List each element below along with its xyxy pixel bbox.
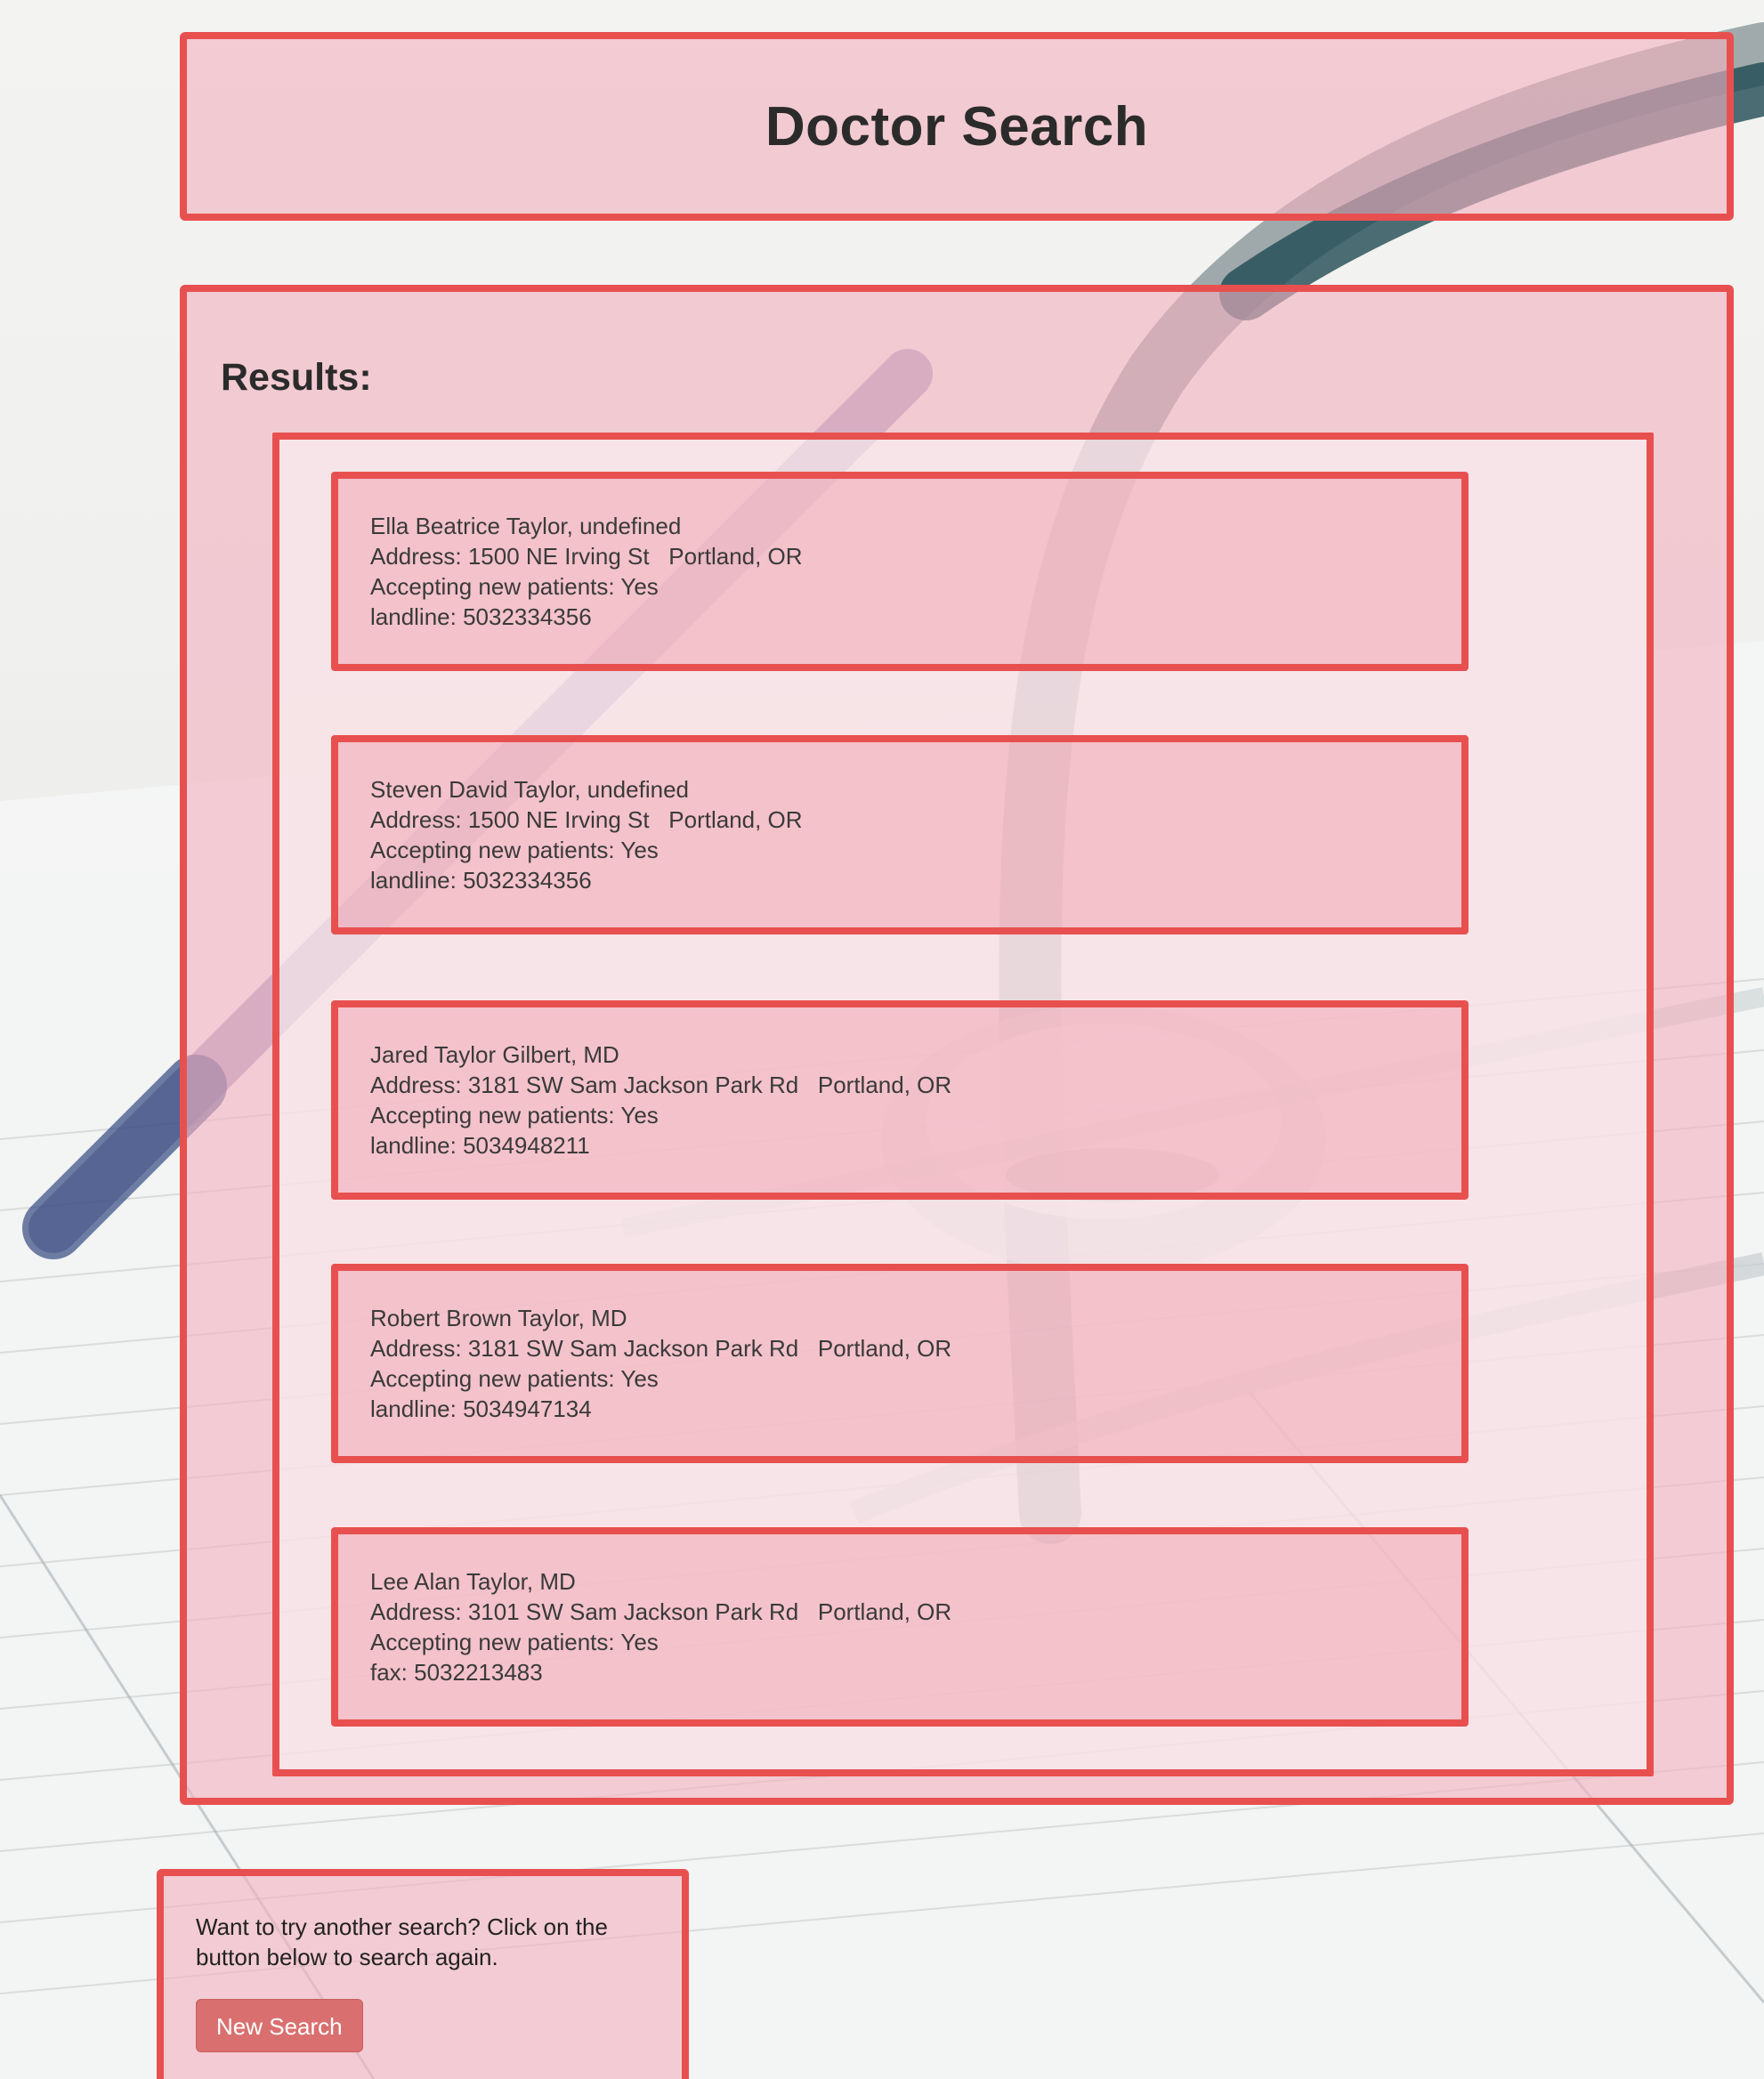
doctor-card: Robert Brown Taylor, MD Address: 3181 SW… [331, 1264, 1469, 1463]
doctor-address: Address: 1500 NE Irving St Portland, OR [370, 543, 803, 570]
doctor-accepting: Accepting new patients: Yes [370, 1629, 659, 1655]
doctor-phone: landline: 5034948211 [370, 1132, 590, 1159]
doctor-phone: fax: 5032213483 [370, 1659, 543, 1686]
doctor-card: Steven David Taylor, undefined Address: … [331, 735, 1469, 934]
doctor-card: Ella Beatrice Taylor, undefined Address:… [331, 472, 1469, 671]
doctor-card: Lee Alan Taylor, MD Address: 3101 SW Sam… [331, 1527, 1469, 1727]
doctor-address: Address: 3101 SW Sam Jackson Park Rd Por… [370, 1598, 952, 1625]
page-title: Doctor Search [765, 95, 1149, 158]
doctor-name: Lee Alan Taylor, MD [370, 1568, 576, 1595]
doctor-phone: landline: 5032334356 [370, 603, 592, 630]
doctor-name: Steven David Taylor, undefined [370, 776, 689, 803]
doctor-address: Address: 3181 SW Sam Jackson Park Rd Por… [370, 1335, 952, 1362]
doctor-phone: landline: 5032334356 [370, 867, 592, 894]
doctor-accepting: Accepting new patients: Yes [370, 1365, 659, 1392]
header-panel: Doctor Search [180, 32, 1734, 221]
new-search-button[interactable]: New Search [196, 1999, 363, 2052]
results-list: Ella Beatrice Taylor, undefined Address:… [272, 433, 1654, 1776]
doctor-card: Jared Taylor Gilbert, MD Address: 3181 S… [331, 1000, 1469, 1200]
doctor-address: Address: 3181 SW Sam Jackson Park Rd Por… [370, 1072, 952, 1098]
doctor-phone: landline: 5034947134 [370, 1395, 592, 1422]
doctor-accepting: Accepting new patients: Yes [370, 573, 659, 600]
results-heading: Results: [221, 356, 372, 399]
doctor-name: Ella Beatrice Taylor, undefined [370, 513, 682, 539]
doctor-name: Jared Taylor Gilbert, MD [370, 1041, 619, 1068]
doctor-accepting: Accepting new patients: Yes [370, 1102, 659, 1128]
doctor-name: Robert Brown Taylor, MD [370, 1305, 627, 1331]
doctor-accepting: Accepting new patients: Yes [370, 837, 659, 863]
doctor-address: Address: 1500 NE Irving St Portland, OR [370, 806, 803, 833]
results-panel: Results: Ella Beatrice Taylor, undefined… [180, 285, 1734, 1805]
new-search-prompt: Want to try another search? Click on the… [196, 1913, 608, 1970]
new-search-panel: Want to try another search? Click on the… [157, 1869, 689, 2079]
